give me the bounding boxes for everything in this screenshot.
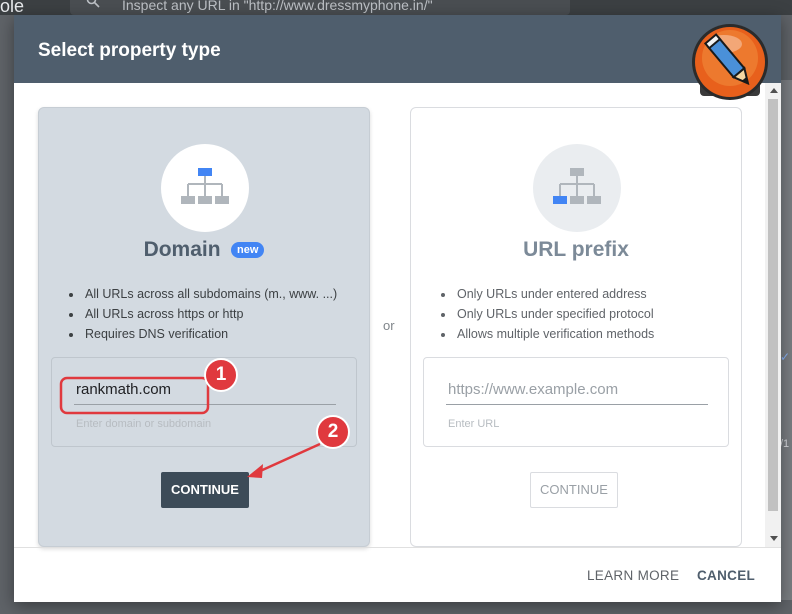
domain-feature: All URLs across https or http <box>83 304 337 324</box>
domain-icon-circle <box>161 144 249 232</box>
cancel-button[interactable]: CANCEL <box>697 568 755 583</box>
domain-input-helper: Enter domain or subdomain <box>76 418 212 430</box>
sitemap-icon <box>553 168 601 204</box>
url-prefix-title-row: URL prefix <box>411 238 741 262</box>
domain-title: Domain <box>143 238 221 261</box>
domain-title-row: Domain new <box>39 238 369 262</box>
url-input-helper: Enter URL <box>448 418 500 430</box>
url-prefix-feature: Only URLs under entered address <box>455 284 654 304</box>
sitemap-icon <box>181 168 229 204</box>
url-prefix-feature: Allows multiple verification methods <box>455 324 654 344</box>
domain-feature: All URLs across all subdomains (m., www.… <box>83 284 337 304</box>
domain-feature: Requires DNS verification <box>83 324 337 344</box>
url-prefix-title: URL prefix <box>523 238 629 261</box>
background-side-text: /1 <box>780 438 790 450</box>
dialog-footer: LEARN MORE CANCEL <box>14 547 781 603</box>
dialog-header: Select property type <box>14 15 781 83</box>
select-property-dialog: Select property type Domain new • All UR… <box>14 15 781 602</box>
url-continue-button[interactable]: CONTINUE <box>530 472 618 508</box>
domain-continue-button[interactable]: CONTINUE <box>161 472 249 508</box>
scroll-up-arrow-icon[interactable] <box>770 88 778 93</box>
domain-feature-list: All URLs across all subdomains (m., www.… <box>65 284 337 344</box>
or-separator: or <box>383 318 395 333</box>
check-icon: ✓ <box>780 350 791 364</box>
domain-card[interactable]: Domain new All URLs across all subdomain… <box>38 107 370 547</box>
url-prefix-feature: Only URLs under specified protocol <box>455 304 654 324</box>
pencil-logo-icon <box>692 24 768 100</box>
dialog-title: Select property type <box>38 40 221 61</box>
scroll-down-arrow-icon[interactable] <box>770 536 778 541</box>
step-1-label: 1 <box>215 364 227 385</box>
url-prefix-feature-list: Only URLs under entered address Only URL… <box>437 284 654 344</box>
url-prefix-icon-circle <box>533 144 621 232</box>
url-prefix-card[interactable]: URL prefix Only URLs under entered addre… <box>410 107 742 547</box>
search-icon <box>86 0 100 8</box>
step-2-label: 2 <box>327 421 339 442</box>
new-badge: new <box>231 242 265 258</box>
background-search-placeholder: Inspect any URL in "http://www.dressmyph… <box>122 0 433 13</box>
url-input[interactable] <box>446 374 708 405</box>
url-input-container: Enter URL <box>423 357 729 447</box>
domain-input-container: Enter domain or subdomain <box>51 357 357 447</box>
dialog-scrollbar[interactable] <box>765 83 781 547</box>
learn-more-button[interactable]: LEARN MORE <box>587 568 679 583</box>
scroll-thumb[interactable] <box>768 99 778 511</box>
